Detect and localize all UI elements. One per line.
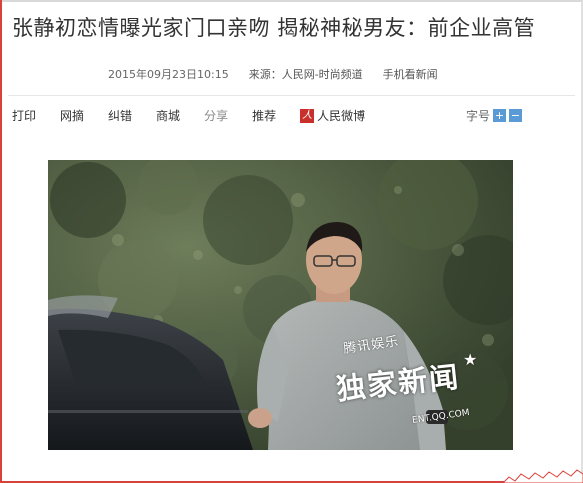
weibo-icon: 人 <box>300 108 315 123</box>
bookmark-button[interactable]: 网摘 <box>60 107 84 124</box>
article-headline: 张静初恋情曝光家门口亲吻 揭秘神秘男友：前企业高管 <box>12 16 536 40</box>
torn-corner <box>503 469 583 483</box>
toolbar-divider <box>8 95 575 96</box>
article-meta: 2015年09月23日10:15 来源：人民网-时尚频道 手机看新闻 <box>108 66 438 82</box>
font-decrease-button[interactable]: − <box>509 109 523 122</box>
weibo-label: 人民微博 <box>317 109 366 123</box>
report-error-button[interactable]: 纠错 <box>108 107 132 124</box>
share-button[interactable]: 分享 <box>204 107 228 124</box>
article-photo <box>48 160 513 450</box>
mall-button[interactable]: 商城 <box>156 107 180 124</box>
font-size-control: 字号 + − <box>466 107 523 124</box>
photo-scene <box>48 160 513 450</box>
article-toolbar: 打印 网摘 纠错 商城 分享 推荐 人 人民微博 <box>12 107 365 124</box>
source-link[interactable]: 来源：人民网-时尚频道 <box>249 66 363 82</box>
star-icon: ★ <box>463 350 478 369</box>
font-increase-button[interactable]: + <box>493 109 507 122</box>
print-button[interactable]: 打印 <box>12 107 36 124</box>
people-weibo-button[interactable]: 人 人民微博 <box>300 107 365 124</box>
font-size-label: 字号 <box>466 109 491 123</box>
recommend-button[interactable]: 推荐 <box>252 107 276 124</box>
mobile-news-link[interactable]: 手机看新闻 <box>383 66 438 82</box>
publish-date: 2015年09月23日10:15 <box>108 68 229 81</box>
